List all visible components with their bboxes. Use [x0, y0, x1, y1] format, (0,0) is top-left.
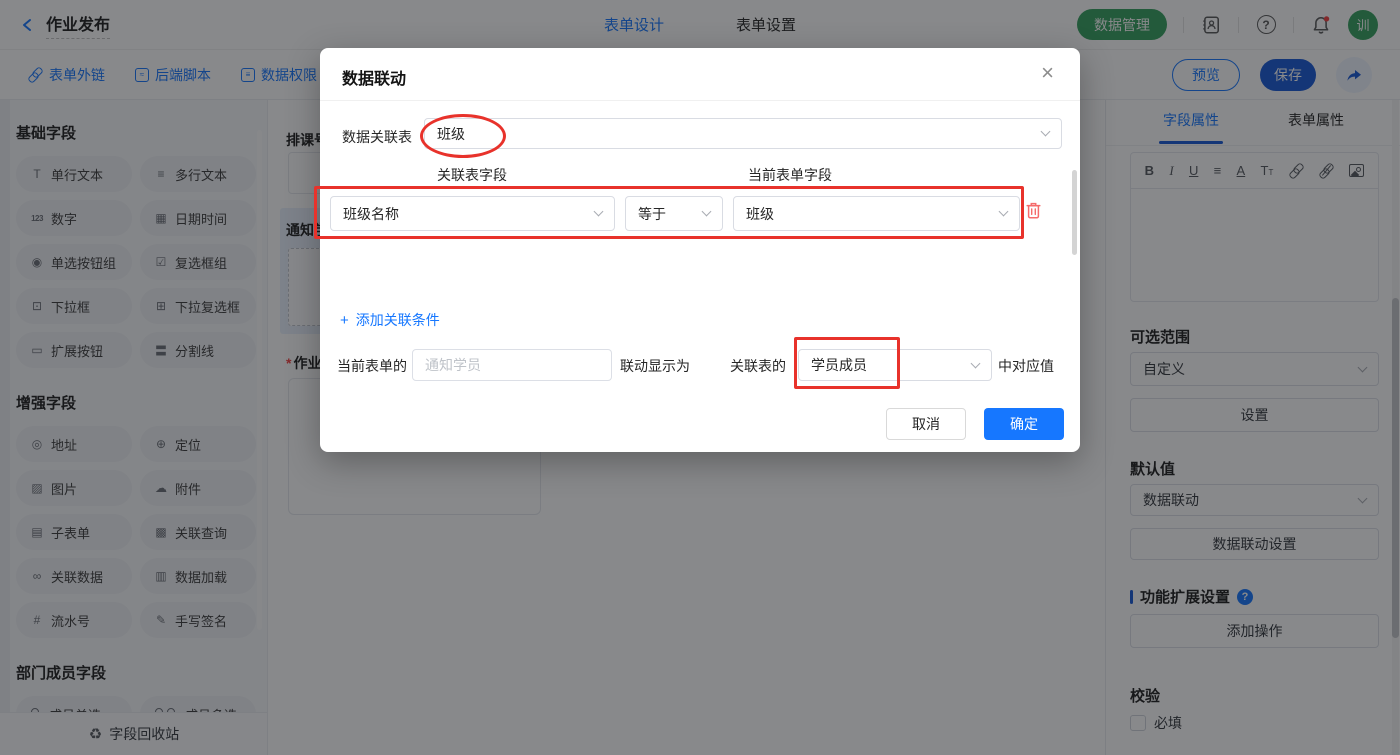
operator-select[interactable]: 等于 [625, 196, 723, 231]
delete-condition-button[interactable] [1025, 201, 1042, 225]
modal-scrollbar-thumb[interactable] [1072, 170, 1077, 255]
data-linkage-modal: 数据联动 × 数据关联表 班级 关联表字段 当前表单字段 班级名称 等于 班级 … [320, 48, 1080, 452]
chevron-down-icon [701, 206, 712, 217]
trash-icon [1026, 202, 1041, 219]
form-field-select[interactable]: 班级 [733, 196, 1020, 231]
add-condition-button[interactable]: + 添加关联条件 [340, 310, 440, 330]
divider [320, 100, 1080, 101]
relation-table-select[interactable]: 班级 [424, 118, 1062, 149]
chevron-down-icon [593, 206, 604, 217]
cancel-button[interactable]: 取消 [886, 408, 966, 440]
relation-table-of-label: 关联表的 [730, 358, 786, 374]
plus-icon: + [340, 311, 349, 329]
chevron-down-icon [998, 206, 1009, 217]
confirm-button[interactable]: 确定 [984, 408, 1064, 440]
modal-title: 数据联动 [342, 71, 407, 88]
relation-field-select[interactable]: 班级名称 [330, 196, 615, 231]
right-column-header: 当前表单字段 [748, 167, 832, 183]
suffix-label: 中对应值 [998, 358, 1054, 374]
form-designer-page: 作业发布 表单设计 表单设置 数据管理 ? 训 表单外链 [0, 0, 1400, 755]
chevron-down-icon [970, 358, 981, 368]
current-form-field-input[interactable] [412, 349, 612, 381]
left-column-header: 关联表字段 [437, 167, 507, 183]
relation-table-label: 数据关联表 [342, 129, 412, 145]
display-as-label: 联动显示为 [620, 358, 690, 374]
relation-display-field-select[interactable]: 学员成员 [798, 349, 992, 381]
close-icon[interactable]: × [1041, 59, 1054, 88]
current-form-label: 当前表单的 [337, 358, 407, 374]
chevron-down-icon [1040, 126, 1051, 137]
